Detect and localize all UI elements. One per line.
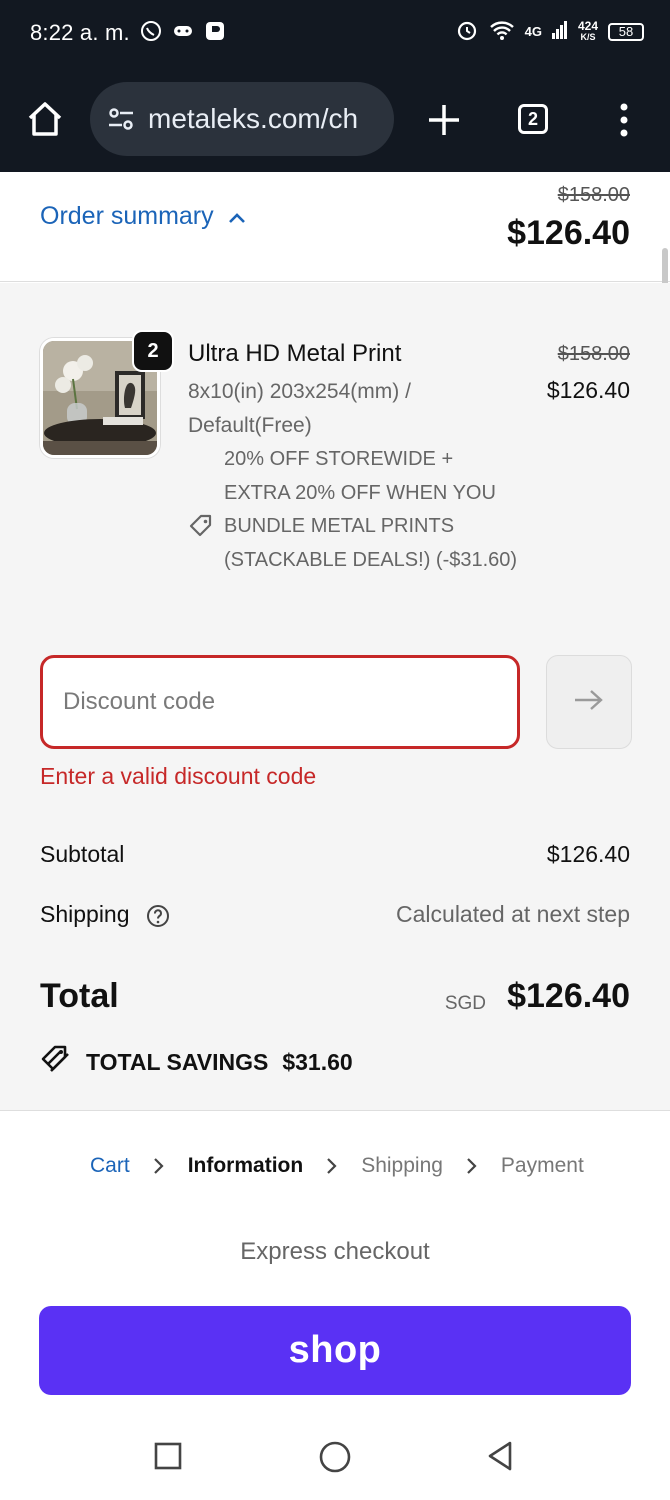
chevron-right-icon (465, 1156, 479, 1176)
network-type: 4G (524, 24, 542, 39)
system-navigation-bar (0, 1412, 670, 1500)
savings-label: TOTAL SAVINGS (86, 1048, 269, 1075)
original-total: $158.00 (557, 184, 630, 206)
battery-icon: 58 (608, 22, 644, 41)
order-summary-header: Order summary $158.00 $126.40 (0, 172, 670, 282)
chevron-up-icon (228, 202, 246, 231)
product-original-price: $158.00 (557, 343, 630, 365)
discount-code-input[interactable] (40, 655, 520, 749)
savings-value: $31.60 (282, 1048, 353, 1075)
home-icon[interactable] (24, 98, 66, 140)
home-circle-icon[interactable] (318, 1440, 351, 1473)
wifi-icon (489, 19, 515, 44)
system-status-icons: 4G 424 K/S 58 (455, 18, 644, 45)
tab-switcher-button[interactable]: 2 (518, 104, 548, 134)
app-notification-icon (204, 20, 226, 42)
applied-discount: 20% OFF STOREWIDE + EXTRA 20% OFF WHEN Y… (224, 448, 518, 571)
subtotal-value: $126.40 (546, 841, 630, 867)
product-title: Ultra HD Metal Print (188, 340, 402, 367)
recent-apps-icon[interactable] (152, 1440, 184, 1472)
address-bar[interactable]: metaleks.com/ch (90, 82, 394, 156)
notification-icons (140, 20, 226, 42)
status-time: 8:22 a. m. (30, 20, 130, 45)
site-settings-icon[interactable] (106, 104, 136, 134)
breadcrumb: Cart Information Shipping Payment (90, 1154, 584, 1178)
express-checkout-label: Express checkout (240, 1238, 430, 1265)
discount-error-message: Enter a valid discount code (40, 763, 317, 789)
shipping-row: Shipping (40, 901, 170, 928)
breadcrumb-payment: Payment (500, 1154, 584, 1177)
shipping-label: Shipping (40, 901, 130, 927)
breadcrumb-shipping: Shipping (361, 1154, 443, 1177)
game-controller-icon (172, 20, 194, 42)
total-savings: TOTAL SAVINGS $31.60 (40, 1043, 353, 1081)
product-price: $126.40 (546, 377, 630, 403)
subtotal-label: Subtotal (40, 841, 125, 867)
status-bar: 8:22 a. m. 4G 424 K/S 58 (0, 0, 670, 70)
tag-icon (188, 513, 214, 539)
order-summary-label: Order summary (40, 202, 214, 230)
chevron-right-icon (152, 1156, 166, 1176)
help-icon[interactable] (146, 904, 170, 928)
header-total: $126.40 (507, 214, 630, 252)
order-summary-toggle[interactable]: Order summary (40, 202, 246, 231)
back-icon[interactable] (484, 1440, 516, 1472)
shipping-value: Calculated at next step (396, 901, 630, 927)
total-label: Total (40, 977, 119, 1015)
browser-toolbar: metaleks.com/ch 2 (0, 70, 670, 172)
new-tab-icon[interactable] (424, 100, 464, 140)
total-value: $126.40 (507, 977, 630, 1015)
whatsapp-icon (140, 20, 162, 42)
savings-tag-icon (40, 1043, 72, 1081)
breadcrumb-information: Information (187, 1154, 304, 1177)
product-variant: 8x10(in) 203x254(mm) / Default(Free) (188, 380, 411, 437)
quantity-badge: 2 (132, 330, 174, 372)
chevron-right-icon (325, 1156, 339, 1176)
signal-icon (551, 21, 568, 42)
currency-code: SGD (444, 993, 486, 1014)
product-thumbnail: 2 (40, 330, 174, 458)
arrow-right-icon (573, 688, 605, 717)
order-summary-panel: 2 Ultra HD Metal Print 8x10(in) 203x254(… (0, 283, 670, 1111)
url-text: metaleks.com/ch (148, 103, 359, 134)
alarm-icon (455, 18, 479, 45)
shop-pay-logo: shop (288, 1329, 382, 1371)
network-speed: 424 K/S (577, 18, 598, 42)
breadcrumb-cart[interactable]: Cart (90, 1154, 130, 1178)
more-menu-icon[interactable] (614, 102, 634, 138)
apply-discount-button[interactable] (546, 655, 632, 749)
shop-pay-button[interactable]: shop (39, 1306, 631, 1395)
